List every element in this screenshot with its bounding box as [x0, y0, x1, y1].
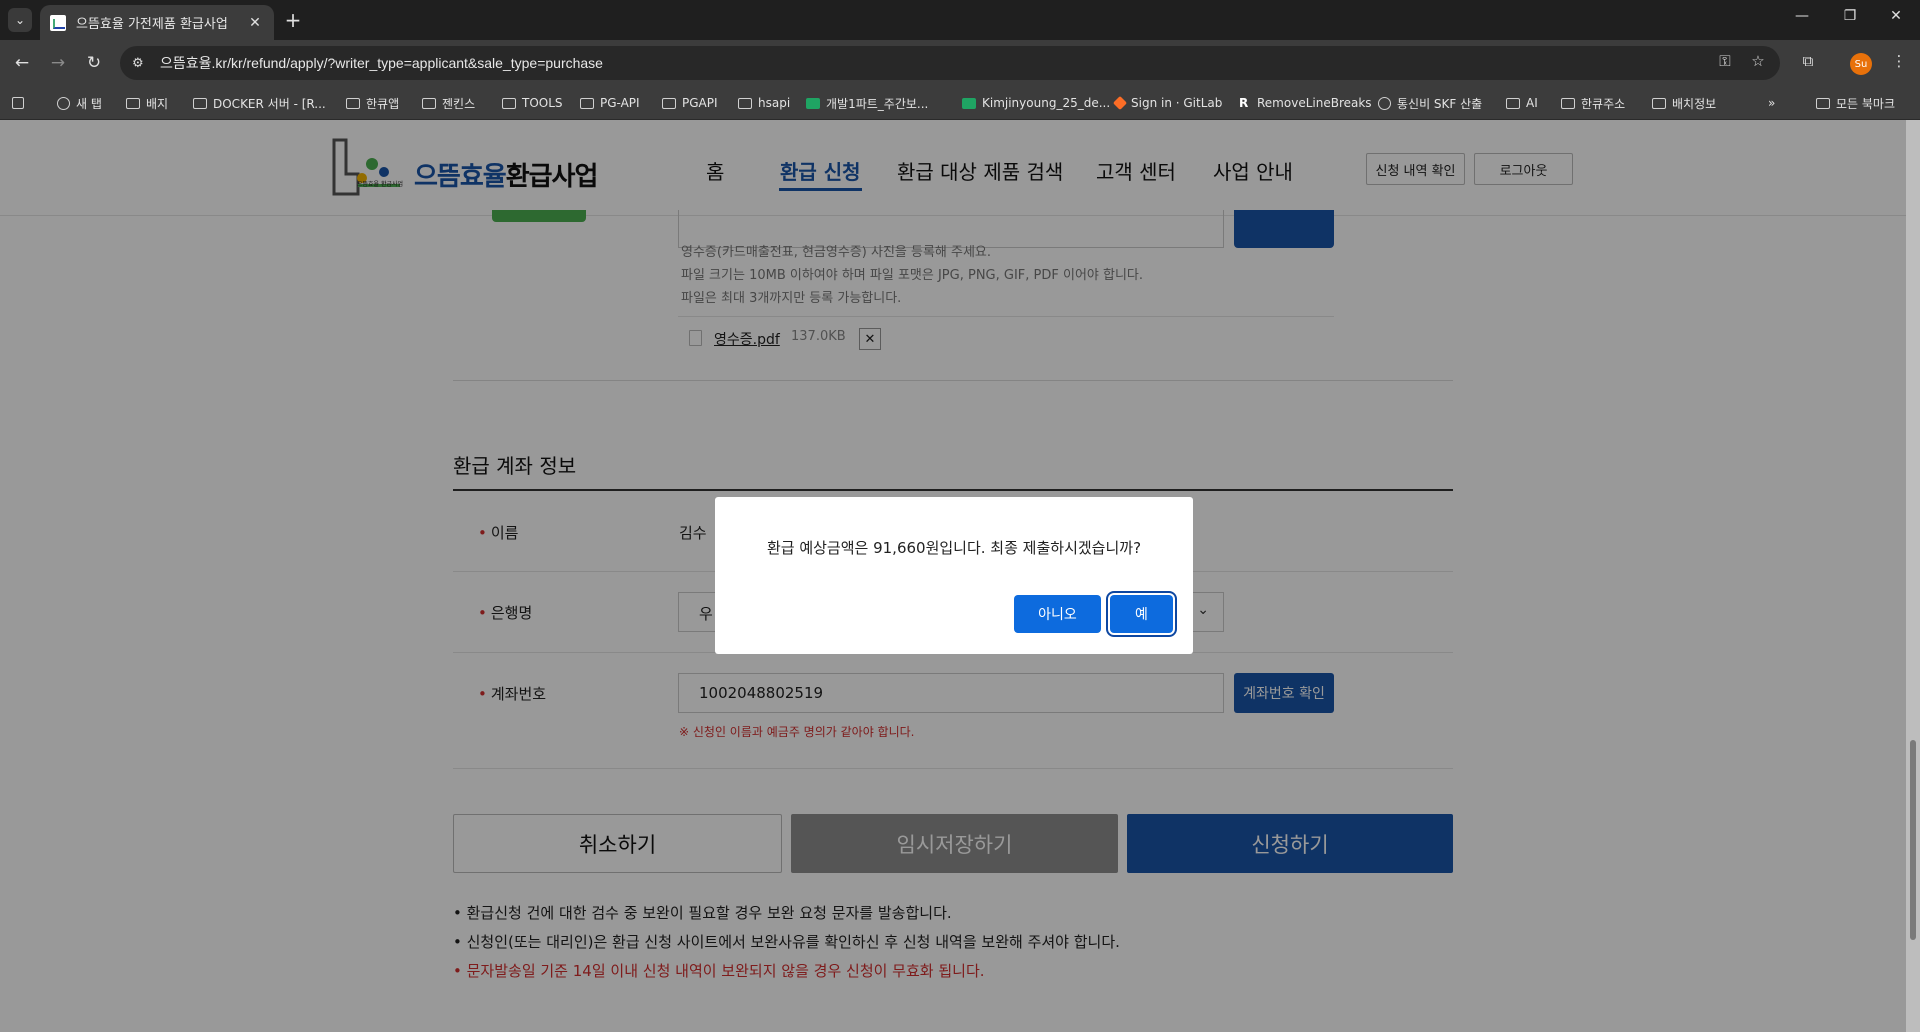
address-bar[interactable]: ⚙ 으뜸효율.kr/kr/refund/apply/?writer_type=a… [120, 46, 1780, 80]
restore-button[interactable]: ❐ [1838, 8, 1862, 24]
minimize-button[interactable]: — [1790, 8, 1814, 24]
bookmark-label: 배치정보 [1672, 96, 1717, 111]
bookmark-item[interactable]: 통신비 SKF 산출 [1378, 94, 1482, 112]
reload-button[interactable]: ↻ [83, 52, 105, 74]
folder-icon [193, 97, 207, 109]
apps-grid-icon[interactable] [12, 94, 30, 112]
globe-icon [1378, 96, 1391, 110]
folder-icon [1816, 97, 1830, 109]
bookmark-label: PG-API [600, 96, 640, 110]
bookmark-label: 젠킨스 [442, 96, 476, 111]
globe-icon [57, 96, 70, 110]
bookmarks-bar: 새 탭 배지 DOCKER 서버 - [R... 한큐앱 젠킨스 TOOLS PG-API P… [0, 86, 1920, 120]
bookmark-label: Sign in · GitLab [1131, 96, 1223, 110]
bookmark-item[interactable]: hsapi [738, 94, 790, 112]
folder-icon [738, 97, 752, 109]
sheets-icon [806, 97, 820, 109]
menu-kebab-icon[interactable]: ⋮ [1888, 52, 1910, 70]
site-info-icon[interactable]: ⚙ [132, 56, 150, 71]
back-button[interactable]: ← [11, 52, 33, 74]
bookmark-label: TOOLS [522, 96, 563, 110]
browser-tab[interactable]: 으뜸효율 가전제품 환급사업 ✕ [40, 5, 274, 40]
all-bookmarks-label: 모든 북마크 [1836, 96, 1896, 111]
bookmark-item[interactable]: 배치정보 [1652, 94, 1716, 112]
bookmark-item[interactable]: DOCKER 서버 - [R... [193, 94, 326, 112]
bookmark-item[interactable]: AI [1506, 94, 1538, 112]
folder-icon [1506, 97, 1520, 109]
bookmark-item[interactable]: Kimjinyoung_25_de... [962, 94, 1110, 112]
close-window-button[interactable]: ✕ [1884, 8, 1908, 24]
browser-tab-bar: ⌄ 으뜸효율 가전제품 환급사업 ✕ + — ❐ ✕ [0, 0, 1920, 40]
tab-close-icon[interactable]: ✕ [246, 15, 264, 31]
web-page: 으뜸효율 환급사업 으뜸효율환급사업 홈 환급 신청 환급 대상 제품 검색 고… [0, 120, 1920, 1032]
dialog-yes-button[interactable]: 예 [1110, 595, 1173, 633]
bookmark-label: 새 탭 [76, 96, 102, 111]
r-icon: R [1239, 96, 1249, 110]
folder-icon [662, 97, 676, 109]
bookmark-label: hsapi [758, 96, 791, 110]
bookmark-item[interactable]: 젠킨스 [422, 94, 475, 112]
browser-toolbar: ← → ↻ ⚙ 으뜸효율.kr/kr/refund/apply/?writer_… [0, 40, 1920, 86]
tab-search-button[interactable]: ⌄ [8, 8, 32, 32]
bookmark-label: 개발1파트_주간보... [826, 96, 929, 111]
folder-icon [580, 97, 594, 109]
folder-icon [126, 97, 140, 109]
bookmark-item[interactable]: 한큐앱 [346, 94, 399, 112]
bookmark-item[interactable]: 배지 [126, 94, 168, 112]
gitlab-icon [1112, 95, 1128, 111]
bookmark-item[interactable]: 한큐주소 [1561, 94, 1625, 112]
dialog-message: 환급 예상금액은 91,660원입니다. 최종 제출하시겠습니까? [766, 539, 1142, 557]
forward-button[interactable]: → [47, 52, 69, 74]
all-bookmarks-folder[interactable]: 모든 북마크 [1816, 94, 1895, 112]
bookmark-item[interactable]: R RemoveLineBreaks [1239, 94, 1372, 112]
folder-icon [1652, 97, 1666, 109]
dialog-no-button[interactable]: 아니오 [1014, 595, 1101, 633]
bookmark-label: 배지 [146, 96, 169, 111]
bookmark-label: PGAPI [682, 96, 718, 110]
bookmark-star-icon[interactable]: ☆ [1747, 52, 1769, 70]
bookmark-item[interactable]: 새 탭 [57, 94, 102, 112]
sheets-icon [962, 97, 976, 109]
folder-icon [502, 97, 516, 109]
bookmark-label: 한큐앱 [366, 96, 400, 111]
profile-avatar[interactable]: Su [1850, 53, 1872, 75]
bookmark-label: DOCKER 서버 - [R... [213, 96, 326, 111]
bookmark-item[interactable]: Sign in · GitLab [1112, 94, 1223, 112]
bookmark-label: RemoveLineBreaks [1257, 96, 1372, 110]
tab-title: 으뜸효율 가전제품 환급사업 [76, 17, 228, 32]
bookmark-label: 한큐주소 [1581, 96, 1626, 111]
new-tab-button[interactable]: + [282, 9, 304, 31]
bookmark-label: AI [1526, 96, 1538, 110]
bookmark-label: 통신비 SKF 산출 [1397, 96, 1483, 111]
extensions-icon[interactable]: ⧉ [1797, 52, 1819, 70]
confirm-dialog: 환급 예상금액은 91,660원입니다. 최종 제출하시겠습니까? 아니오 예 [715, 497, 1193, 654]
bookmark-item[interactable]: 개발1파트_주간보... [806, 94, 928, 112]
bookmarks-overflow-button[interactable]: » [1768, 94, 1775, 112]
bookmark-item[interactable]: PGAPI [662, 94, 718, 112]
scrollbar-thumb[interactable] [1910, 740, 1916, 940]
folder-icon [1561, 97, 1575, 109]
bookmark-item[interactable]: TOOLS [502, 94, 563, 112]
overflow-chevron-icon: » [1768, 96, 1776, 110]
bookmark-item[interactable]: PG-API [580, 94, 640, 112]
password-key-icon[interactable]: ⚿ [1714, 52, 1736, 70]
bookmark-label: Kimjinyoung_25_de... [982, 96, 1111, 110]
url-text: 으뜸효율.kr/kr/refund/apply/?writer_type=app… [160, 55, 603, 71]
folder-icon [346, 97, 360, 109]
folder-icon [422, 97, 436, 109]
site-favicon-icon [50, 14, 66, 31]
